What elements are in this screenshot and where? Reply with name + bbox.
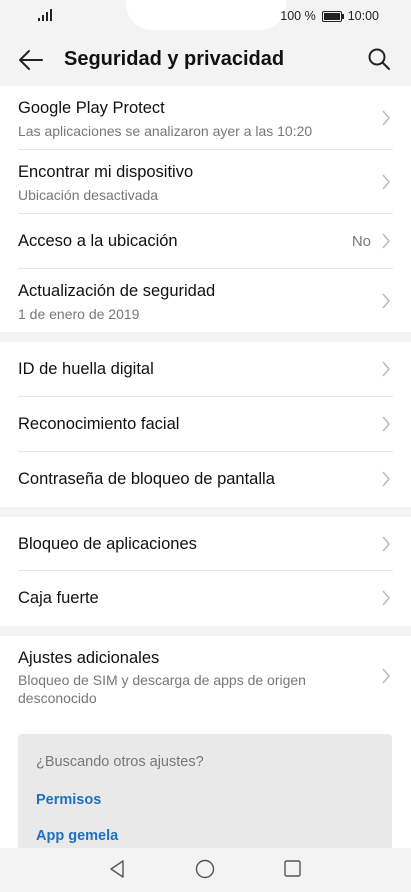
- app-header: Seguridad y privacidad: [0, 34, 411, 86]
- settings-section-apps: Bloqueo de aplicaciones Caja fuerte: [0, 517, 411, 626]
- chevron-right-icon: [382, 590, 391, 606]
- suggestions-question: ¿Buscando otros ajustes?: [36, 754, 204, 770]
- chevron-right-icon: [382, 416, 391, 432]
- clock: 10:00: [347, 9, 379, 23]
- settings-section-security: Google Play Protect Las aplicaciones se …: [0, 86, 411, 332]
- battery-percent: 100 %: [280, 9, 316, 23]
- list-item-face-recognition[interactable]: Reconocimiento facial: [18, 397, 393, 452]
- list-item-google-play-protect[interactable]: Google Play Protect Las aplicaciones se …: [18, 86, 393, 150]
- back-arrow-icon[interactable]: [18, 48, 44, 72]
- chevron-right-icon: [382, 293, 391, 309]
- item-title: ID de huella digital: [18, 360, 154, 378]
- item-title: Ajustes adicionales: [18, 649, 160, 667]
- chevron-right-icon: [382, 110, 391, 126]
- chevron-right-icon: [382, 233, 391, 249]
- item-title: Bloqueo de aplicaciones: [18, 535, 197, 553]
- nav-recents-icon[interactable]: [284, 860, 301, 877]
- system-nav-bar: [0, 848, 411, 892]
- item-title: Reconocimiento facial: [18, 415, 180, 433]
- item-title: Caja fuerte: [18, 589, 99, 607]
- item-subtitle: Bloqueo de SIM y descarga de apps de ori…: [18, 672, 306, 706]
- chevron-right-icon: [382, 668, 391, 684]
- nav-home-icon[interactable]: [195, 859, 215, 879]
- list-item-location-access[interactable]: Acceso a la ubicación No: [18, 214, 393, 269]
- camera-notch: [126, 0, 286, 30]
- list-item-safe[interactable]: Caja fuerte: [18, 571, 393, 626]
- chevron-right-icon: [382, 471, 391, 487]
- item-title: Acceso a la ubicación: [18, 232, 178, 250]
- link-permissions[interactable]: Permisos: [36, 792, 101, 808]
- item-title: Actualización de seguridad: [18, 282, 216, 300]
- nav-back-icon[interactable]: [108, 859, 126, 879]
- list-item-screen-lock-password[interactable]: Contraseña de bloqueo de pantalla: [18, 452, 393, 507]
- item-subtitle: 1 de enero de 2019: [18, 306, 140, 322]
- status-bar: 100 % 10:00: [0, 0, 411, 34]
- link-twin-app[interactable]: App gemela: [36, 828, 118, 844]
- item-subtitle: Ubicación desactivada: [18, 187, 159, 203]
- settings-section-unlock: ID de huella digital Reconocimiento faci…: [0, 342, 411, 507]
- item-value: No: [351, 233, 371, 250]
- chevron-right-icon: [382, 174, 391, 190]
- item-subtitle: Las aplicaciones se analizaron ayer a la…: [18, 123, 313, 139]
- signal-icon: [38, 9, 52, 21]
- list-item-additional-settings[interactable]: Ajustes adicionales Bloqueo de SIM y des…: [18, 636, 393, 716]
- list-item-fingerprint-id[interactable]: ID de huella digital: [18, 342, 393, 397]
- item-title: Contraseña de bloqueo de pantalla: [18, 470, 275, 488]
- chevron-right-icon: [382, 361, 391, 377]
- list-item-app-lock[interactable]: Bloqueo de aplicaciones: [18, 517, 393, 571]
- item-title: Google Play Protect: [18, 99, 165, 117]
- list-item-find-my-device[interactable]: Encontrar mi dispositivo Ubicación desac…: [18, 150, 393, 214]
- chevron-right-icon: [382, 536, 391, 552]
- suggestions-panel: ¿Buscando otros ajustes? Permisos App ge…: [18, 734, 392, 852]
- battery-icon: [321, 10, 344, 22]
- search-icon[interactable]: [367, 47, 391, 71]
- list-item-security-update[interactable]: Actualización de seguridad 1 de enero de…: [18, 269, 393, 332]
- page-title: Seguridad y privacidad: [64, 48, 285, 70]
- item-title: Encontrar mi dispositivo: [18, 163, 194, 181]
